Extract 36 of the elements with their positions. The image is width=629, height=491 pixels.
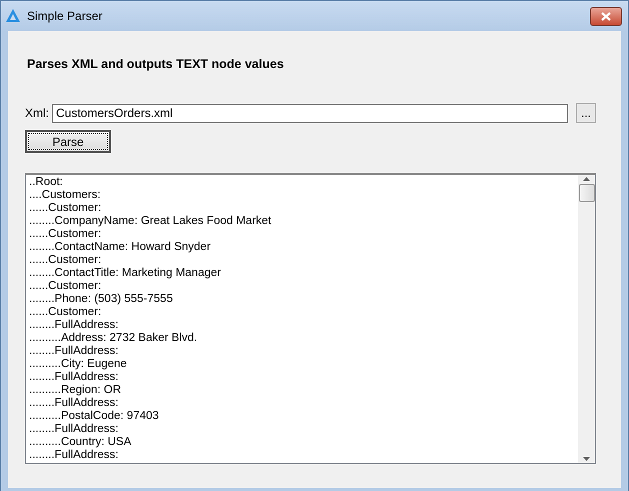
output-line: ........FullAddress:: [29, 319, 120, 332]
close-button[interactable]: [590, 6, 622, 26]
output-line: ..........Region: OR: [29, 384, 122, 397]
scroll-down-icon[interactable]: [583, 457, 590, 461]
browse-button[interactable]: ...: [576, 103, 596, 123]
output-line: ........CompanyName: Great Lakes Food Market: [29, 215, 272, 228]
output-line: ........FullAddress:: [29, 397, 120, 410]
output-line: ......Customer:: [29, 306, 102, 319]
description-heading: Parses XML and outputs TEXT node values: [27, 57, 285, 71]
output-line: ..........Address: 2732 Baker Blvd.: [29, 332, 198, 345]
window-title: Simple Parser: [27, 9, 104, 23]
close-icon: [601, 12, 611, 20]
output-line: ..........City: Eugene: [29, 358, 128, 371]
output-line: ..Root:: [29, 176, 64, 189]
output-line: ......Customer:: [29, 254, 102, 267]
output-line: ....Customers:: [29, 189, 102, 202]
parse-button[interactable]: Parse: [25, 130, 111, 153]
triangle-logo-icon: [5, 8, 21, 24]
output-line: ......Customer:: [29, 228, 102, 241]
output-line: ......Customer:: [29, 202, 102, 215]
output-line: ......Customer:: [29, 280, 102, 293]
output-line: ..........Country: USA: [29, 436, 132, 449]
vertical-scrollbar[interactable]: [578, 175, 595, 463]
output-text-area[interactable]: [25, 173, 596, 464]
xml-path-field[interactable]: CustomersOrders.xml: [52, 104, 568, 122]
output-line: ........FullAddress:: [29, 371, 120, 384]
scroll-up-icon[interactable]: [583, 177, 590, 181]
output-line: ........FullAddress:: [29, 449, 120, 462]
output-line: ........Phone: (503) 555-7555: [29, 293, 174, 306]
output-line: ........FullAddress:: [29, 345, 120, 358]
xml-label: Xml:: [25, 106, 49, 120]
scroll-thumb[interactable]: [578, 184, 594, 202]
output-line: ........FullAddress:: [29, 423, 120, 436]
output-line: ........ContactName: Howard Snyder: [29, 241, 212, 254]
output-line: ..........PostalCode: 97403: [29, 410, 160, 423]
output-line: ........ContactTitle: Marketing Manager: [29, 267, 222, 280]
